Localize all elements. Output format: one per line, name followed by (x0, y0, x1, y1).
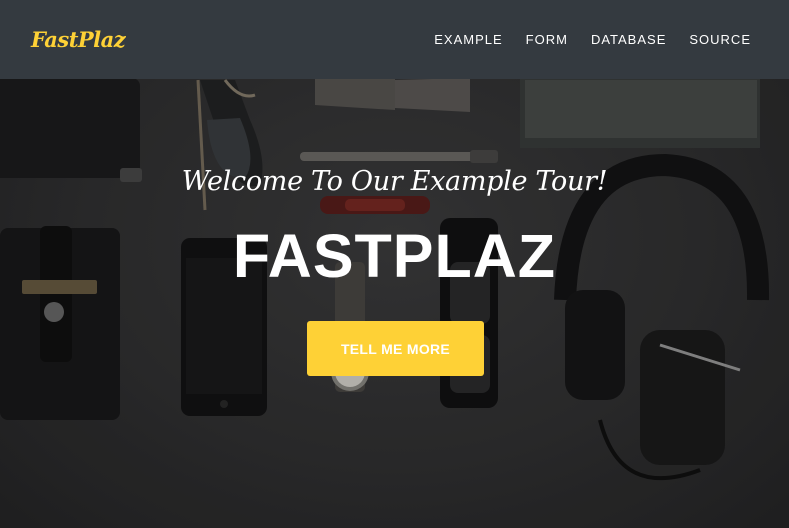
nav-link-source[interactable]: SOURCE (689, 32, 751, 47)
nav-item-example: EXAMPLE (434, 31, 502, 49)
nav-link-example[interactable]: EXAMPLE (434, 32, 502, 47)
nav-menu: EXAMPLE FORM DATABASE SOURCE (434, 31, 751, 49)
nav-item-database: DATABASE (591, 31, 666, 49)
nav-item-form: FORM (526, 31, 568, 49)
tell-me-more-button[interactable]: TELL ME MORE (307, 321, 484, 376)
brand-logo[interactable]: FastPlaz (31, 27, 126, 52)
nav-link-form[interactable]: FORM (526, 32, 568, 47)
navbar: FastPlaz EXAMPLE FORM DATABASE SOURCE (0, 0, 789, 79)
hero-subtitle: Welcome To Our Example Tour! (181, 166, 608, 197)
nav-link-database[interactable]: DATABASE (591, 32, 666, 47)
nav-item-source: SOURCE (689, 31, 751, 49)
hero-title: FASTPLAZ (232, 222, 557, 290)
